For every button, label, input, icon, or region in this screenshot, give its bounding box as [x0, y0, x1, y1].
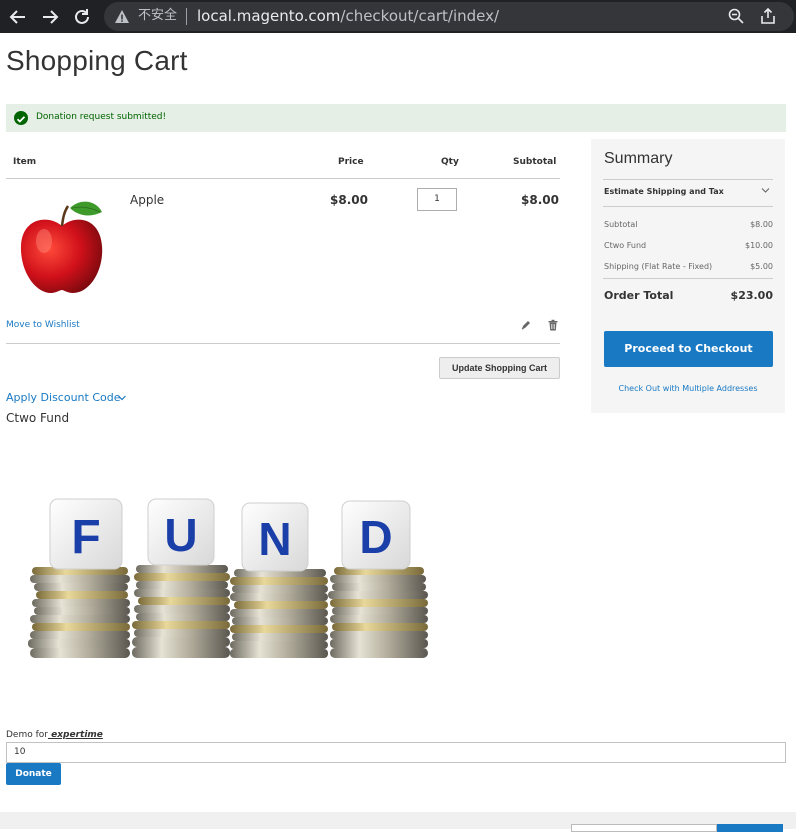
summary-row-label: Subtotal [604, 220, 638, 229]
column-header-price: Price [338, 157, 364, 167]
svg-text:D: D [359, 511, 392, 563]
item-price: $8.00 [330, 193, 368, 207]
trash-icon[interactable] [547, 319, 559, 331]
share-icon[interactable] [759, 7, 777, 25]
table-footer-divider [6, 343, 560, 344]
fund-coins-image: F U N D [28, 498, 428, 658]
dice-letter-n: N [241, 502, 309, 572]
edit-pencil-icon[interactable] [520, 319, 532, 331]
move-to-wishlist-link[interactable]: Move to Wishlist [6, 320, 80, 330]
donation-amount-input[interactable]: 10 [6, 742, 786, 763]
apple-product-image[interactable] [18, 196, 106, 296]
url-path: /checkout/cart/index/ [340, 7, 500, 25]
dice-letter-d: D [341, 500, 411, 570]
update-shopping-cart-button[interactable]: Update Shopping Cart [439, 357, 560, 379]
success-message: Donation request submitted! [6, 104, 786, 132]
order-summary: Summary Estimate Shipping and Tax Subtot… [591, 139, 785, 413]
summary-divider [603, 179, 773, 180]
summary-row-value: $5.00 [750, 262, 773, 271]
column-header-subtotal: Subtotal [513, 157, 557, 167]
svg-text:U: U [164, 509, 197, 561]
qty-input[interactable]: 1 [417, 188, 457, 211]
zoom-icon[interactable] [727, 7, 745, 25]
demo-label-name[interactable]: expertime [48, 730, 103, 740]
proceed-to-checkout-button[interactable]: Proceed to Checkout [604, 331, 773, 367]
summary-row-label: Shipping (Flat Rate - Fixed) [604, 262, 713, 271]
multiple-addresses-link[interactable]: Check Out with Multiple Addresses [591, 384, 785, 393]
summary-row-value: $10.00 [745, 241, 773, 250]
url-host: local.magento.com [197, 7, 341, 25]
newsletter-input[interactable] [571, 824, 717, 832]
browser-toolbar: 不安全 local.magento.com/checkout/cart/inde… [0, 0, 796, 33]
success-message-text: Donation request submitted! [36, 112, 167, 122]
apply-discount-code-toggle[interactable]: Apply Discount Code [6, 391, 121, 404]
item-subtotal: $8.00 [521, 193, 559, 207]
dice-letter-u: U [147, 498, 215, 566]
estimate-shipping-toggle[interactable]: Estimate Shipping and Tax [604, 187, 724, 196]
summary-divider [603, 278, 773, 279]
coin-stack-2 [132, 565, 230, 658]
coin-stack-1 [28, 567, 130, 658]
order-total-label: Order Total [604, 289, 674, 302]
subscribe-button[interactable] [717, 824, 783, 832]
address-divider [186, 8, 187, 25]
svg-text:N: N [258, 513, 291, 565]
column-header-qty: Qty [441, 157, 459, 167]
order-total-value: $23.00 [730, 289, 773, 302]
address-bar[interactable]: 不安全 local.magento.com/checkout/cart/inde… [104, 2, 794, 31]
chevron-down-icon[interactable] [117, 394, 127, 402]
reload-icon[interactable] [71, 6, 93, 28]
summary-title: Summary [604, 150, 673, 167]
url-text[interactable]: local.magento.com/checkout/cart/index/ [197, 6, 499, 26]
page-title: Shopping Cart [6, 45, 188, 76]
column-header-item: Item [13, 157, 37, 167]
fund-title: Ctwo Fund [6, 411, 70, 425]
forward-arrow-icon[interactable] [39, 6, 61, 28]
summary-row-label: Ctwo Fund [604, 241, 647, 250]
warning-icon [115, 10, 129, 23]
summary-divider [603, 206, 773, 207]
table-header-divider [6, 178, 560, 179]
back-arrow-icon[interactable] [7, 6, 29, 28]
check-circle-icon [14, 111, 28, 125]
chevron-down-icon[interactable] [761, 187, 770, 194]
dice-letter-f: F [49, 498, 123, 570]
demo-label-prefix: Demo for [6, 730, 48, 740]
coin-stack-4 [328, 567, 428, 658]
coin-stack-3 [230, 569, 328, 658]
demo-label: Demo for expertime [6, 730, 103, 740]
security-label[interactable]: 不安全 [138, 7, 177, 25]
item-name[interactable]: Apple [130, 193, 164, 207]
svg-text:F: F [71, 511, 100, 564]
summary-row-value: $8.00 [750, 220, 773, 229]
donate-button[interactable]: Donate [6, 763, 61, 785]
